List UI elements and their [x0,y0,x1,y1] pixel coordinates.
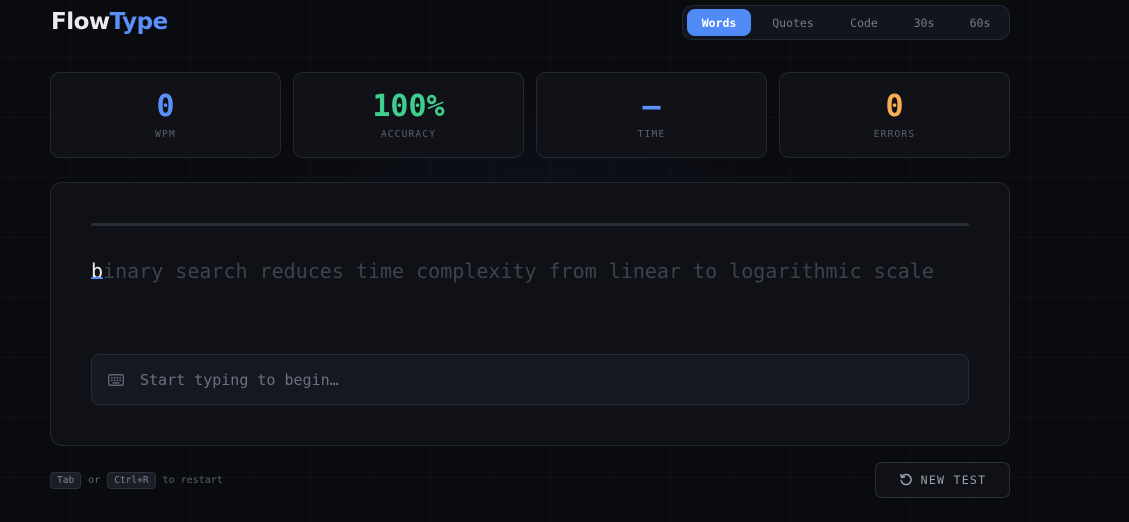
typing-panel: binary search reduces time complexity fr… [50,182,1010,446]
hint-text: to restart [162,475,223,486]
typing-input-container[interactable] [91,354,969,405]
progress-bar [91,223,969,226]
accuracy-value: 100% [372,89,445,124]
wpm-label: WPM [155,129,176,140]
mode-tab-words[interactable]: Words [687,9,751,36]
remaining-text: inary search reduces time complexity fro… [103,259,934,283]
wpm-value: 0 [156,89,175,124]
typing-input[interactable] [140,370,900,389]
stat-card-time: — TIME [536,72,767,158]
stat-card-errors: 0 ERRORS [779,72,1010,158]
stat-card-wpm: 0 WPM [50,72,281,158]
time-value: — [642,89,661,124]
restart-icon [899,473,912,486]
errors-label: ERRORS [873,129,916,140]
logo-text-flow: Flow [51,9,110,35]
accuracy-label: ACCURACY [380,129,437,140]
mode-tab-code[interactable]: Code [835,9,893,36]
stat-card-accuracy: 100% ACCURACY [293,72,524,158]
time-label: TIME [637,129,666,140]
logo-text-type: Type [109,9,169,35]
new-test-label: NEW TEST [920,473,987,487]
tab-key: Tab [50,472,82,489]
app-logo: FlowType [51,8,168,36]
mode-tab-60s[interactable]: 60s [955,9,1005,36]
mode-tab-quotes[interactable]: Quotes [751,9,835,36]
new-test-button[interactable]: NEW TEST [875,462,1010,498]
current-character: b [91,259,104,283]
ctrl-r-key: Ctrl+R [107,472,156,489]
keyboard-icon [108,373,124,386]
mode-tab-30s[interactable]: 30s [893,9,955,36]
hint-or: or [88,475,101,486]
errors-value: 0 [885,89,904,124]
mode-switcher: Words Quotes Code 30s 60s [682,5,1010,40]
target-text[interactable]: binary search reduces time complexity fr… [91,251,969,291]
restart-hint: Tab or Ctrl+R to restart [50,472,230,489]
